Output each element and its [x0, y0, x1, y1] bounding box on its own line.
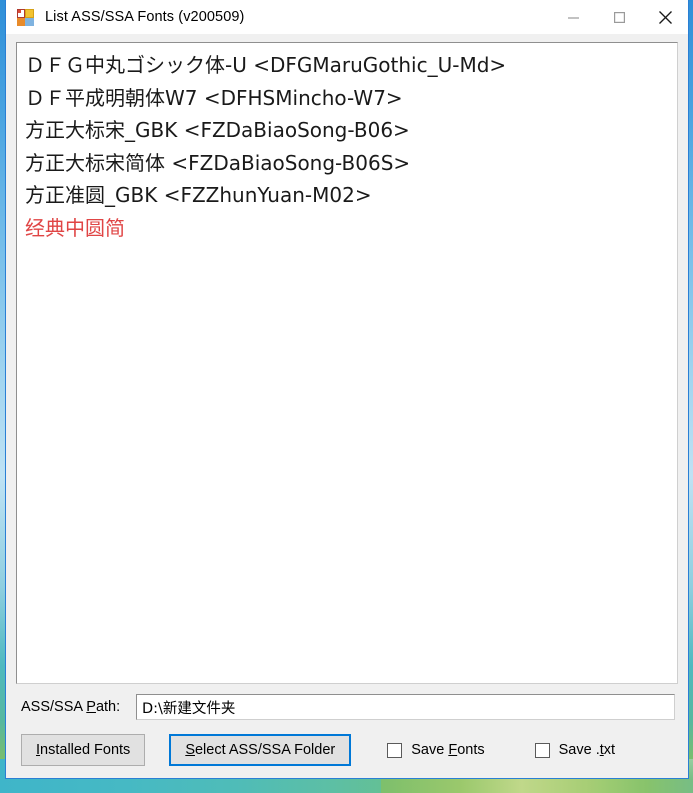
save-fonts-checkbox-label: Save Fonts	[411, 742, 485, 758]
path-label: ASS/SSA Path:	[21, 699, 121, 715]
save-txt-checkbox-box[interactable]	[534, 742, 550, 758]
bottom-panel: ASS/SSA Path: D:\新建文件夹 Installed Fonts S…	[16, 694, 678, 778]
path-input[interactable]: D:\新建文件夹	[136, 694, 675, 720]
font-list-box[interactable]: ＤＦＧ中丸ゴシック体-U <DFGMaruGothic_U-Md> ＤＦ平成明朝体…	[16, 42, 678, 684]
client-area: ＤＦＧ中丸ゴシック体-U <DFGMaruGothic_U-Md> ＤＦ平成明朝体…	[6, 34, 688, 778]
path-input-value: D:\新建文件夹	[142, 700, 236, 717]
font-list-item[interactable]: 方正大标宋简体 <FZDaBiaoSong-B06S>	[17, 147, 677, 180]
maximize-button[interactable]	[596, 0, 642, 34]
save-fonts-checkbox-box[interactable]	[387, 742, 403, 758]
title-bar[interactable]: List ASS/SSA Fonts (v200509)	[6, 0, 688, 34]
save-fonts-checkbox[interactable]: Save Fonts	[387, 742, 485, 758]
font-list-item[interactable]: 方正准圆_GBK <FZZhunYuan-M02>	[17, 179, 677, 212]
minimize-icon	[567, 16, 579, 19]
app-grid-icon	[17, 8, 34, 26]
close-button[interactable]	[642, 0, 688, 34]
font-list-item[interactable]: 经典中圆简	[17, 212, 677, 245]
installed-fonts-button[interactable]: Installed Fonts	[21, 734, 146, 766]
controls-row: Installed Fonts Select ASS/SSA Folder Sa…	[16, 734, 678, 766]
maximize-icon	[613, 11, 625, 23]
window-title: List ASS/SSA Fonts (v200509)	[45, 9, 245, 25]
minimize-button[interactable]	[550, 0, 596, 34]
font-list-item[interactable]: 方正大标宋_GBK <FZDaBiaoSong-B06>	[17, 114, 677, 147]
path-row: ASS/SSA Path: D:\新建文件夹	[16, 694, 678, 720]
close-icon	[658, 10, 672, 24]
app-window: List ASS/SSA Fonts (v200509) ＤＦＧ中丸ゴシック体-…	[5, 0, 689, 779]
font-list-item[interactable]: ＤＦＧ中丸ゴシック体-U <DFGMaruGothic_U-Md>	[17, 49, 677, 82]
font-list-item[interactable]: ＤＦ平成明朝体W7 <DFHSMincho-W7>	[17, 82, 677, 115]
caption-button-group	[550, 0, 688, 34]
select-folder-button[interactable]: Select ASS/SSA Folder	[169, 734, 352, 766]
save-txt-checkbox-label: Save .txt	[558, 742, 616, 758]
save-txt-checkbox[interactable]: Save .txt	[534, 742, 616, 758]
